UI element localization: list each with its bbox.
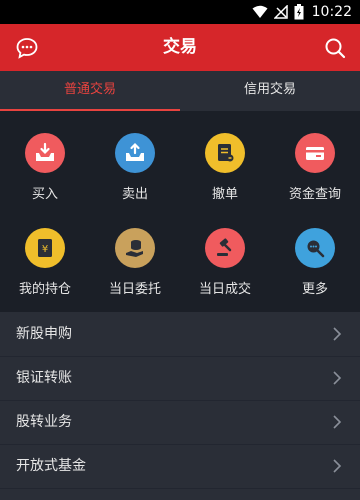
battery-icon: [294, 4, 304, 20]
daily-deals-icon: [205, 228, 245, 268]
daily-deals-button[interactable]: 当日成交: [180, 206, 270, 297]
cancel-order-button[interactable]: 撤单: [180, 111, 270, 202]
menu-item-label: 股转业务: [16, 414, 72, 430]
daily-orders-label: 当日委托: [108, 282, 161, 297]
sell-button[interactable]: 卖出: [90, 111, 180, 202]
chevron-right-icon: [333, 371, 342, 385]
more-label: 更多: [301, 282, 328, 297]
funds-query-label: 资金查询: [288, 187, 341, 202]
buy-button[interactable]: 买入: [0, 111, 90, 202]
chevron-right-icon: [333, 415, 342, 429]
buy-icon: [25, 133, 65, 173]
buy-label: 买入: [31, 187, 58, 202]
search-icon: [325, 38, 346, 59]
status-icons: 10:22: [252, 0, 352, 24]
menu-item-label: 开放式基金: [16, 458, 86, 474]
trade-menu-list: 新股申购 银证转账 股转业务 开放式基金: [0, 312, 360, 500]
more-button[interactable]: 更多: [270, 206, 360, 297]
tab-normal-trade[interactable]: 普通交易: [0, 71, 180, 111]
status-bar: 10:22: [0, 0, 360, 24]
menu-item-ipo-subscription[interactable]: 新股申购: [0, 312, 360, 357]
sell-label: 卖出: [121, 187, 148, 202]
funds-query-button[interactable]: 资金查询: [270, 111, 360, 202]
menu-item-label: 新股申购: [16, 326, 72, 342]
menu-item-bank-transfer[interactable]: 银证转账: [0, 356, 360, 401]
daily-orders-icon: [115, 228, 155, 268]
holdings-button[interactable]: ¥ 我的持仓: [0, 206, 90, 297]
menu-item-open-fund[interactable]: 开放式基金: [0, 444, 360, 489]
search-button[interactable]: [322, 35, 348, 61]
chevron-right-icon: [333, 459, 342, 473]
page-title: 交易: [163, 37, 197, 57]
app-header: 交易: [0, 24, 360, 71]
function-grid: 买入 卖出 撤单 资金查询 ¥ 我的持仓 当日委托 当日成交 更多: [0, 111, 360, 312]
menu-item-share-transfer[interactable]: 股转业务: [0, 400, 360, 445]
cancel-order-label: 撤单: [211, 187, 238, 202]
funds-query-icon: [295, 133, 335, 173]
clock-time: 10:22: [311, 4, 352, 20]
menu-item-label: 银证转账: [16, 370, 72, 386]
svg-text:¥: ¥: [42, 244, 48, 255]
daily-orders-button[interactable]: 当日委托: [90, 206, 180, 297]
trade-tabs: 普通交易 信用交易: [0, 71, 360, 111]
sell-icon: [115, 133, 155, 173]
more-icon: [295, 228, 335, 268]
wifi-icon: [252, 5, 268, 18]
tab-credit-trade[interactable]: 信用交易: [180, 71, 360, 111]
chevron-right-icon: [333, 327, 342, 341]
holdings-icon: ¥: [25, 228, 65, 268]
daily-deals-label: 当日成交: [198, 282, 251, 297]
holdings-label: 我的持仓: [18, 282, 71, 297]
cancel-order-icon: [205, 133, 245, 173]
signal-icon: [273, 5, 288, 19]
